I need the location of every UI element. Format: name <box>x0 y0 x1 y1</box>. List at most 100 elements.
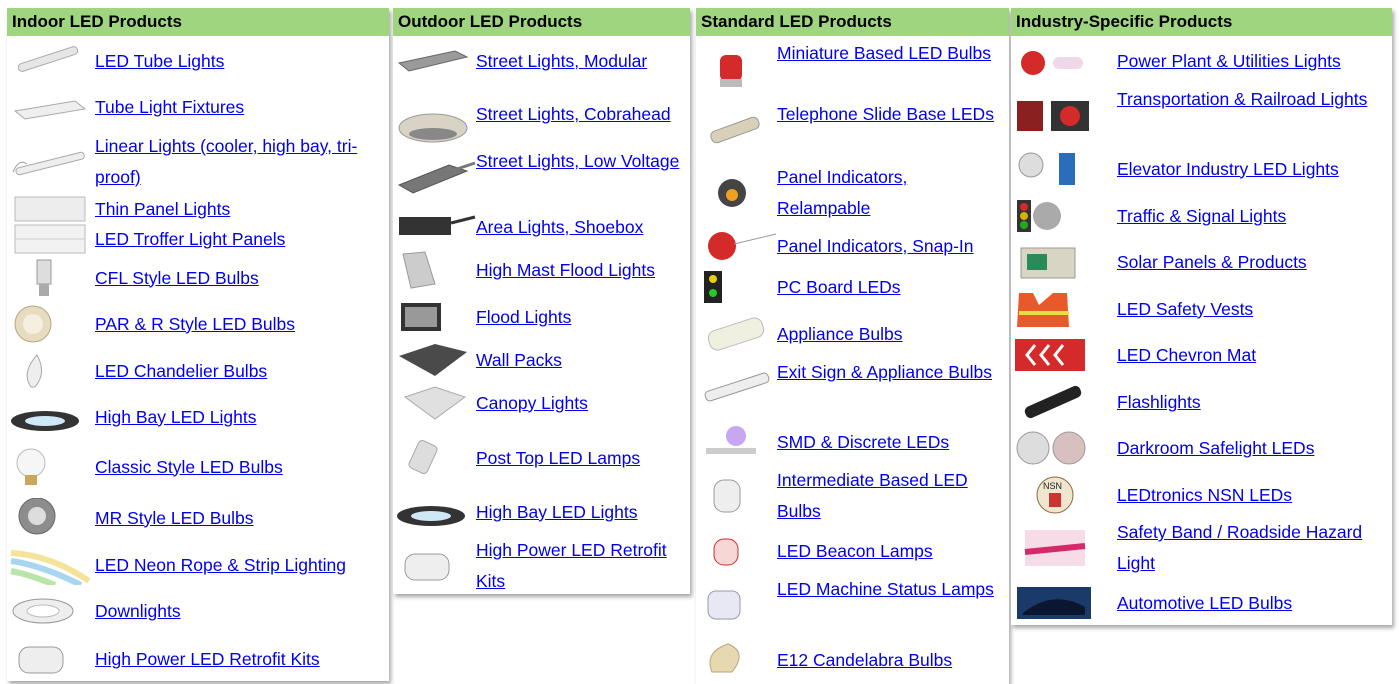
product-link[interactable]: High Bay LED Lights <box>95 402 256 433</box>
exit-sign-bulb-icon <box>698 368 780 408</box>
product-link[interactable]: Power Plant & Utilities Lights <box>1117 46 1341 77</box>
product-link[interactable]: High Bay LED Lights <box>476 497 637 528</box>
flood-light-icon <box>395 297 477 337</box>
product-link[interactable]: LED Troffer Light Panels <box>95 224 285 255</box>
product-list-item: Darkroom Safelight LEDs <box>1011 431 1392 465</box>
product-list-item: LED Tube Lights <box>7 46 389 77</box>
product-link[interactable]: Street Lights, Modular <box>476 46 647 77</box>
product-link[interactable]: MR Style LED Bulbs <box>95 503 254 534</box>
product-list-item: Power Plant & Utilities Lights <box>1011 46 1392 77</box>
product-link[interactable]: Automotive LED Bulbs <box>1117 588 1292 619</box>
product-link[interactable]: Street Lights, Cobrahead <box>476 99 686 130</box>
product-link[interactable]: Classic Style LED Bulbs <box>95 452 283 483</box>
neon-strip-icon <box>9 545 91 585</box>
product-link[interactable]: Panel Indicators, Snap-In <box>777 231 974 262</box>
low-voltage-street-icon <box>395 157 477 197</box>
product-link[interactable]: LED Safety Vests <box>1117 294 1253 325</box>
high-bay-icon <box>395 492 477 532</box>
product-link[interactable]: PC Board LEDs <box>777 272 901 303</box>
product-list-item: High Power LED Retrofit Kits <box>393 535 690 597</box>
product-link[interactable]: LED Beacon Lamps <box>777 536 933 567</box>
product-link[interactable]: Appliance Bulbs <box>777 319 903 350</box>
pc-board-icon <box>698 267 780 307</box>
category-column: Standard LED Products Miniature Based LED… <box>696 8 1009 684</box>
solar-panel-icon <box>1013 242 1095 282</box>
appliance-bulb-icon <box>698 314 780 354</box>
product-list-item: Post Top LED Lamps <box>393 439 690 475</box>
product-list-item: Automotive LED Bulbs <box>1011 587 1392 619</box>
product-link[interactable]: High Power LED Retrofit Kits <box>95 644 320 675</box>
product-link[interactable]: LED Neon Rope & Strip Lighting <box>95 550 346 581</box>
product-link[interactable]: Area Lights, Shoebox <box>476 212 643 243</box>
product-link[interactable]: Panel Indicators, Relampable <box>777 162 1005 224</box>
high-bay-icon <box>9 397 91 437</box>
product-link[interactable]: LED Chandelier Bulbs <box>95 356 267 387</box>
product-link[interactable]: Solar Panels & Products <box>1117 247 1307 278</box>
product-link[interactable]: Darkroom Safelight LEDs <box>1117 433 1314 464</box>
product-link[interactable]: High Power LED Retrofit Kits <box>476 535 686 597</box>
safelight-icon <box>1013 428 1095 468</box>
product-link[interactable]: Street Lights, Low Voltage <box>476 146 686 177</box>
product-link[interactable]: Elevator Industry LED Lights <box>1117 154 1339 185</box>
cfl-bulb-icon <box>9 258 91 298</box>
street-light-icon <box>395 41 477 81</box>
category-column: Outdoor LED Products Street Lights, Modul… <box>393 8 690 594</box>
product-link[interactable]: Intermediate Based LED Bulbs <box>777 465 1005 527</box>
product-link[interactable]: Safety Band / Roadside Hazard Light <box>1117 517 1387 579</box>
product-link[interactable]: Exit Sign & Appliance Bulbs <box>777 357 1005 388</box>
product-list-item: E12 Candelabra Bulbs <box>696 643 1009 676</box>
product-list-item: Safety Band / Roadside Hazard Light <box>1011 517 1392 579</box>
product-link[interactable]: Transportation & Railroad Lights <box>1117 84 1387 115</box>
product-link[interactable]: Linear Lights (cooler, high bay, tri-pro… <box>95 131 387 193</box>
product-list-item: High Bay LED Lights <box>393 497 690 528</box>
product-list-item: High Power LED Retrofit Kits <box>7 644 389 675</box>
par-bulb-icon <box>9 304 91 344</box>
product-link[interactable]: E12 Candelabra Bulbs <box>777 645 952 676</box>
product-link[interactable]: High Mast Flood Lights <box>476 255 655 286</box>
retrofit-kit-icon <box>395 546 477 586</box>
product-link[interactable]: CFL Style LED Bulbs <box>95 263 259 294</box>
troffer-icon <box>9 219 91 259</box>
product-link[interactable]: Post Top LED Lamps <box>476 443 640 474</box>
category-header: Indoor LED Products <box>7 8 389 36</box>
product-link[interactable]: SMD & Discrete LEDs <box>777 427 949 458</box>
product-list-item: LED Machine Status Lamps <box>696 574 1009 636</box>
classic-bulb-icon <box>9 447 91 487</box>
product-list-item: Solar Panels & Products <box>1011 247 1392 279</box>
smd-led-icon <box>698 422 780 462</box>
linear-light-icon <box>9 142 91 182</box>
product-link[interactable]: LED Machine Status Lamps <box>777 574 1005 605</box>
product-link[interactable]: PAR & R Style LED Bulbs <box>95 309 295 340</box>
product-list-item: Classic Style LED Bulbs <box>7 448 389 485</box>
product-link[interactable]: Miniature Based LED Bulbs <box>777 38 1005 69</box>
chevron-mat-icon <box>1013 335 1095 375</box>
product-link[interactable]: Wall Packs <box>476 345 562 376</box>
nsn-seal-icon: NSN <box>1013 475 1095 515</box>
product-link[interactable]: Traffic & Signal Lights <box>1117 201 1286 232</box>
product-list-item: LED Chevron Mat <box>1011 339 1392 371</box>
product-link[interactable]: Canopy Lights <box>476 388 588 419</box>
product-list-item: Transportation & Railroad Lights <box>1011 84 1392 146</box>
product-link[interactable]: LEDtronics NSN LEDs <box>1117 480 1292 511</box>
product-list-item: SMD & Discrete LEDs <box>696 426 1009 458</box>
product-link[interactable]: LED Tube Lights <box>95 46 224 77</box>
svg-text:NSN: NSN <box>1043 481 1062 491</box>
elevator-icon <box>1013 149 1095 189</box>
product-link[interactable]: Thin Panel Lights <box>95 194 230 225</box>
flashlight-icon <box>1013 382 1095 422</box>
product-list-item: Appliance Bulbs <box>696 317 1009 351</box>
product-link[interactable]: Telephone Slide Base LEDs <box>777 99 1005 130</box>
safety-band-icon <box>1013 528 1095 568</box>
product-link[interactable]: Tube Light Fixtures <box>95 92 244 123</box>
product-link[interactable]: Downlights <box>95 596 181 627</box>
miniature-bulb-icon <box>698 49 780 89</box>
product-link[interactable]: Flashlights <box>1117 387 1201 418</box>
category-header: Industry-Specific Products <box>1011 8 1392 36</box>
product-list-item: LED Safety Vests <box>1011 293 1392 327</box>
intermediate-bulb-icon <box>698 476 780 516</box>
product-list-item: Flashlights <box>1011 385 1392 419</box>
product-link[interactable]: LED Chevron Mat <box>1117 340 1256 371</box>
product-list-item: Flood Lights <box>393 302 690 333</box>
railroad-icon <box>1013 95 1095 135</box>
product-link[interactable]: Flood Lights <box>476 302 571 333</box>
